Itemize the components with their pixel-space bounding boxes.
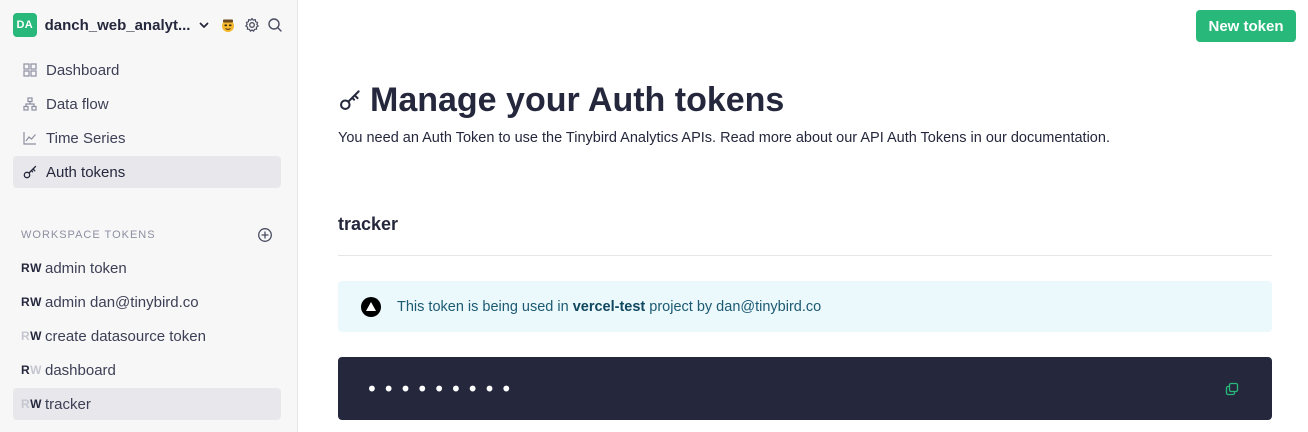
token-item-admin-token[interactable]: RW admin token: [13, 252, 281, 284]
sidebar-item-auth-tokens[interactable]: Auth tokens: [13, 156, 281, 188]
scope-write: W: [30, 329, 42, 343]
token-item-create-datasource[interactable]: RW create datasource token: [13, 320, 281, 352]
token-scope: RW: [21, 397, 45, 411]
token-item-dashboard[interactable]: RW dashboard: [13, 354, 281, 386]
workspace-header[interactable]: DA danch_web_analyt...: [13, 13, 285, 37]
new-token-button[interactable]: New token: [1196, 10, 1296, 42]
sidebar: DA danch_web_analyt... Dashboard Data fl…: [0, 0, 298, 432]
token-item-label: dashboard: [45, 361, 116, 379]
dataflow-icon: [22, 96, 38, 112]
token-masked-value[interactable]: •••••••••: [366, 377, 517, 401]
scope-write: W: [30, 363, 42, 377]
workspace-tokens-header: WORKSPACE TOKENS: [21, 224, 273, 246]
section-label: WORKSPACE TOKENS: [21, 229, 156, 241]
scope-read: R: [21, 363, 31, 377]
info-text-before: This token is being used in: [397, 298, 573, 315]
scope-write: W: [30, 397, 42, 411]
sidebar-nav: Dashboard Data flow Time Series Auth tok…: [13, 54, 281, 190]
project-name[interactable]: vercel-test: [573, 299, 646, 315]
scope-read: R: [21, 295, 31, 309]
scope-read: R: [21, 397, 31, 411]
token-scope: RW: [21, 329, 45, 343]
scope-read: R: [21, 329, 31, 343]
search-icon[interactable]: [265, 15, 285, 35]
page-description: You need an Auth Token to use the Tinybi…: [338, 130, 1110, 146]
token-item-admin-dan[interactable]: RW admin dan@tinybird.co: [13, 286, 281, 318]
token-value-box: •••••••••: [338, 357, 1272, 420]
info-text-after: project by dan@tinybird.co: [645, 298, 822, 315]
token-item-label: admin token: [45, 259, 127, 277]
scope-read: R: [21, 261, 31, 275]
sidebar-item-label: Data flow: [46, 95, 109, 113]
sidebar-item-data-flow[interactable]: Data flow: [13, 88, 281, 120]
token-item-label: admin dan@tinybird.co: [45, 293, 199, 311]
token-scope: RW: [21, 261, 45, 275]
gear-icon[interactable]: [242, 15, 262, 35]
chevron-down-icon[interactable]: [194, 15, 214, 35]
workspace-avatar[interactable]: DA: [13, 13, 37, 37]
info-text: This token is being used in vercel-test …: [397, 299, 821, 315]
page-title: Manage your Auth tokens: [338, 78, 784, 122]
token-item-label: tracker: [45, 395, 91, 413]
page-title-text: Manage your Auth tokens: [370, 80, 785, 119]
vercel-icon: [361, 296, 381, 317]
plus-circle-icon[interactable]: [257, 227, 273, 243]
scope-write: W: [30, 295, 42, 309]
sidebar-item-label: Auth tokens: [46, 163, 126, 181]
key-icon: [338, 88, 362, 112]
token-item-label: create datasource token: [45, 327, 206, 345]
token-title: tracker: [338, 214, 399, 234]
divider: [338, 255, 1272, 256]
token-scope: RW: [21, 295, 45, 309]
token-item-tracker[interactable]: RW tracker: [13, 388, 281, 420]
workspace-name[interactable]: danch_web_analyt...: [45, 17, 191, 34]
chart-line-icon: [22, 130, 38, 146]
scope-write: W: [30, 261, 42, 275]
sidebar-item-label: Dashboard: [46, 61, 120, 79]
sidebar-item-dashboard[interactable]: Dashboard: [13, 54, 281, 86]
token-scope: RW: [21, 363, 45, 377]
copy-icon[interactable]: [1224, 381, 1240, 397]
key-icon: [22, 164, 38, 180]
token-usage-info: This token is being used in vercel-test …: [338, 281, 1272, 332]
token-list: RW admin token RW admin dan@tinybird.co …: [13, 252, 281, 422]
sidebar-item-label: Time Series: [46, 129, 126, 147]
emoji-face-icon[interactable]: [218, 15, 238, 35]
sidebar-item-time-series[interactable]: Time Series: [13, 122, 281, 154]
grid-icon: [22, 62, 38, 78]
